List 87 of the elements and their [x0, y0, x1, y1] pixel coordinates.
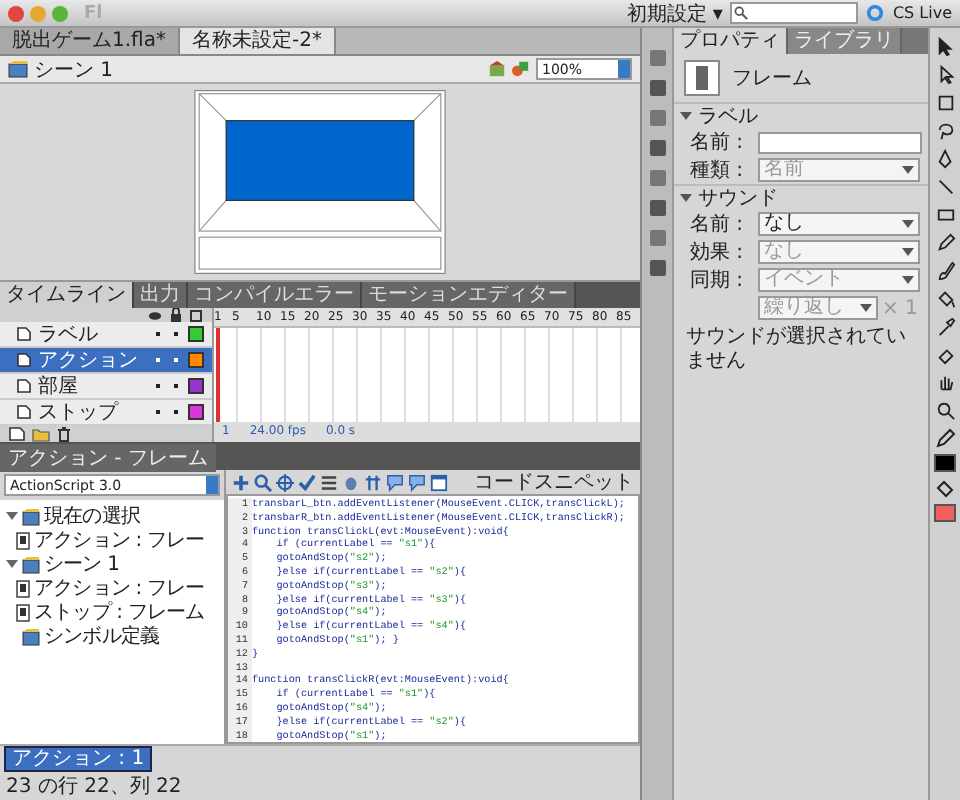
workspace-menu[interactable]: 初期設定 ▾ [626, 0, 723, 27]
brush-icon[interactable] [935, 260, 955, 282]
tree-item[interactable]: シンボル定義 [44, 622, 160, 650]
panel-title: アクション - フレーム [0, 444, 216, 472]
code-snippets-button[interactable]: コードスニペット [474, 468, 634, 496]
pencil-icon [935, 428, 955, 448]
layer-color-swatch[interactable] [188, 352, 204, 368]
scene-label[interactable]: シーン 1 [34, 55, 114, 83]
layer-row[interactable]: ストップ [0, 400, 212, 426]
ring-icon[interactable] [866, 4, 885, 22]
panel-tab[interactable]: タイムライン [0, 282, 134, 308]
document-tab[interactable]: 脱出ゲーム1.fla* [0, 28, 180, 54]
square-icon[interactable] [935, 92, 955, 114]
tree-item[interactable]: アクション : フレー [34, 526, 205, 554]
layer-color-swatch[interactable] [188, 404, 204, 420]
trash-icon[interactable] [56, 426, 72, 442]
rectangle-icon[interactable] [935, 204, 955, 226]
tree-item[interactable]: アクション : フレー [34, 574, 205, 602]
bracket-icon[interactable] [364, 473, 382, 491]
layer-row[interactable]: アクション [0, 348, 212, 374]
cs-live-menu[interactable]: CS Live [892, 4, 952, 22]
panel-tab[interactable]: プロパティ [674, 28, 788, 54]
expanded-arrow-icon[interactable] [6, 510, 18, 522]
outline-icon[interactable] [190, 309, 202, 321]
crosshair-icon[interactable] [276, 473, 294, 491]
object-type: フレーム [732, 66, 812, 92]
color-swatch[interactable] [934, 454, 956, 472]
color-swatch[interactable] [934, 504, 956, 522]
field-label: 種類 : [690, 157, 746, 184]
field-label: 名前 : [690, 130, 746, 156]
pen-icon[interactable] [935, 148, 955, 170]
frame-icon [16, 531, 30, 549]
dropdown[interactable]: なし [758, 212, 920, 236]
tree-item[interactable]: 現在の選択 [44, 502, 141, 530]
pencil-icon[interactable] [935, 232, 955, 254]
field-label: 同期 : [690, 267, 746, 294]
plus-icon[interactable] [232, 473, 250, 491]
layer-name: ラベル [38, 322, 100, 348]
lines-icon[interactable] [320, 473, 338, 491]
panel-tab[interactable]: 出力 [134, 282, 188, 308]
layer-name: ストップ [38, 399, 121, 426]
arrow-icon[interactable] [935, 36, 955, 58]
layer-color-swatch[interactable] [188, 378, 204, 394]
check-icon[interactable] [298, 473, 316, 491]
section-title: サウンド [698, 186, 778, 212]
line-icon[interactable] [935, 176, 955, 198]
symbol-edit-icon[interactable] [512, 60, 530, 78]
new-layer-icon[interactable] [8, 426, 26, 442]
scene-icon [8, 60, 28, 78]
lock-icon[interactable] [170, 308, 182, 322]
layer-name: 部屋 [38, 373, 80, 400]
layer-name: アクション [38, 348, 140, 374]
eye-icon[interactable] [148, 309, 162, 321]
cursor-position: 23 の行 22、列 22 [4, 774, 184, 800]
field-label: 効果 : [690, 239, 746, 266]
status-message: サウンドが選択されていません [684, 324, 908, 376]
section-title: ラベル [698, 104, 758, 130]
search-field[interactable] [730, 2, 859, 24]
lasso-icon[interactable] [935, 120, 955, 142]
scene-edit-icon[interactable] [488, 60, 506, 78]
layer-row[interactable]: ラベル [0, 322, 212, 348]
input-field[interactable] [758, 131, 922, 153]
close-button[interactable] [8, 5, 24, 21]
window-icon[interactable] [430, 473, 448, 491]
expanded-arrow-icon[interactable] [680, 192, 692, 204]
field-label: 名前 : [690, 212, 746, 238]
folder-icon [22, 507, 40, 525]
arrow-icon[interactable] [935, 64, 955, 86]
search-icon [734, 6, 749, 20]
document-tab[interactable]: 名称未設定-2* [179, 28, 336, 54]
frame-icon [684, 60, 720, 96]
panel-tab[interactable]: モーションエディター [362, 282, 576, 308]
hand-icon[interactable] [935, 372, 955, 394]
code-editor[interactable] [226, 494, 640, 745]
layer-row[interactable]: 部屋 [0, 374, 212, 400]
search-icon[interactable] [254, 473, 272, 491]
layer-color-swatch[interactable] [188, 326, 204, 342]
script-tab[interactable]: アクション : 1 [4, 746, 153, 773]
panel-tab[interactable]: コンパイルエラー [188, 282, 362, 308]
folder-icon [22, 555, 40, 573]
folder-icon [22, 627, 40, 645]
expanded-arrow-icon[interactable] [6, 558, 18, 570]
tree-item[interactable]: ストップ : フレーム [34, 598, 205, 626]
tree-item[interactable]: シーン 1 [44, 550, 120, 578]
zoom-icon[interactable] [935, 400, 955, 422]
eyedropper-icon[interactable] [935, 316, 955, 338]
expanded-arrow-icon[interactable] [680, 110, 692, 122]
